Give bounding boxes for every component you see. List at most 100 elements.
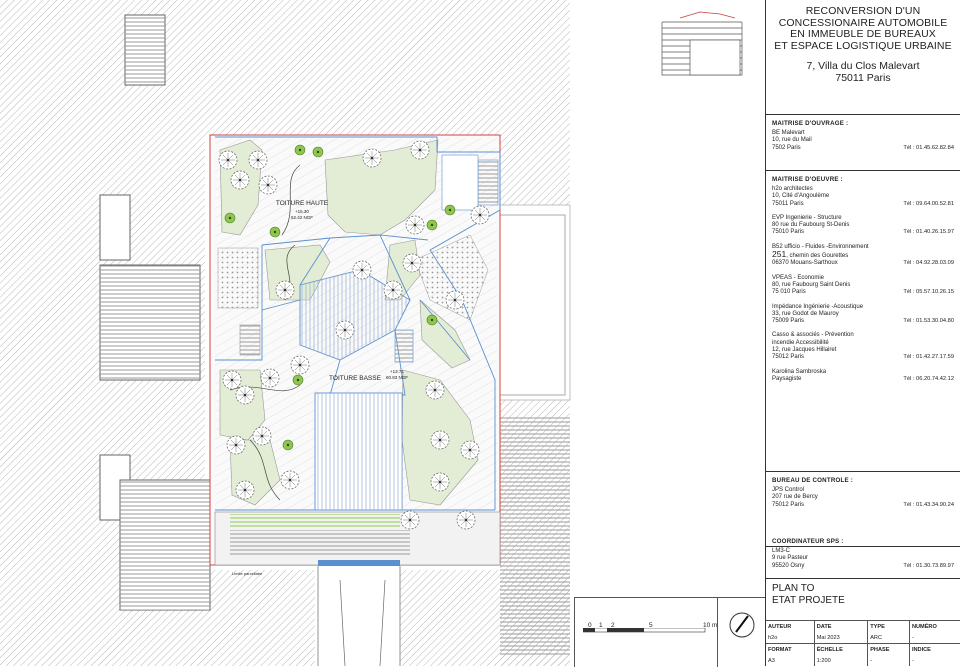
meta-value: A3 (768, 657, 775, 664)
section-header: MAITRISE D'OEUVRE : (772, 176, 843, 183)
control-sps-block: BUREAU DE CONTROLE : JPS Control 207 rue… (766, 477, 960, 547)
party-tel: Tél : 01.42.27.17.59 (903, 354, 954, 361)
meta-value: - (908, 655, 960, 666)
party-moe: h2o architectes 10, Cité d'Angoulème 750… (772, 186, 954, 208)
meta-header: NUMÉRO (908, 620, 960, 632)
meta-value: - (908, 632, 960, 644)
section-header: COORDINATEUR SPS : (772, 538, 844, 545)
party-line: incendie Accessibilité (772, 339, 829, 346)
neighbour-building (205, 570, 315, 666)
party-tel: Tél : 01.30.73.89.97 (903, 562, 954, 569)
project-address: 7, Villa du Clos Malevart 75011 Paris (766, 60, 960, 84)
scale-label: 1 (599, 622, 603, 629)
party-sps: LM3-C 9 rue Pasteur 95520 Osny Tél : 01.… (772, 548, 954, 570)
party-name: VPEAS - Economie (772, 274, 825, 281)
site-plan-drawing: TOITURE HAUTE +15.30 62.42 NGF TOITURE B… (0, 0, 755, 666)
meta-header: PHASE (867, 643, 910, 655)
party-name: Impédance Ingénierie -Acoustique (772, 303, 864, 310)
party-tel: Tél : 05.57.10.26.15 (903, 289, 954, 296)
meta-header: FORMAT (766, 643, 815, 655)
project-title-line: RECONVERSION D'UN (805, 5, 921, 17)
project-title-line: EN IMMEUBLE DE BUREAUX (790, 28, 936, 40)
party-tel: Tél : 04.92.28.03.09 (903, 260, 954, 267)
party-line: 207 rue de Bercy (772, 494, 818, 501)
party-moe: Karolina Sambroska Paysagiste Tél : 06.2… (772, 369, 954, 384)
party-tel: Tél : 09.64.00.52.81 (903, 200, 954, 207)
party-line: 251, chemin des Gourettes (772, 249, 954, 260)
plan-title-line: PLAN TO (772, 583, 815, 594)
party-control: JPS Control 207 rue de Bercy 75012 Paris… (772, 487, 954, 509)
gravel (217, 247, 259, 309)
roof-high-ngf: 62.42 NGF (291, 215, 313, 220)
party-name: Casso & associés - Prévention (772, 332, 854, 339)
party-line-number: 251 (772, 249, 787, 260)
party-line: 80 rue du Faubourg St-Denis (772, 222, 850, 229)
meta-value: - (867, 655, 910, 666)
party-line: 10, Cité d'Angoulème (772, 193, 830, 200)
key-plan (661, 11, 743, 76)
owner-block: MAITRISE D'OUVRAGE : BE Malevart 10, rue… (766, 120, 960, 171)
address-line: 7, Villa du Clos Malevart (806, 60, 920, 72)
moe-block: MAITRISE D'OEUVRE : h2o architectes 10, … (766, 176, 960, 472)
party-tel: Tél : 01.43.34.90.24 (903, 501, 954, 508)
scale-box: 0 1 2 5 10 m (574, 597, 766, 667)
roof-low-ngf: 60.83 NGF (386, 375, 408, 380)
scale-label: 10 m (703, 622, 718, 629)
party-moe: VPEAS - Economie 80, rue Faubourg Saint … (772, 275, 954, 297)
party-tel: Tél : 06.20.74.42.12 (903, 375, 954, 382)
party-line: 12, rue Jacques Hillairet (772, 347, 837, 354)
party-moe: EVP Ingenierie - Structure 80 rue du Fau… (772, 215, 954, 237)
drawing-metadata: AUTEUR DATE TYPE NUMÉRO h2o Mai 2023 ARC… (766, 620, 960, 666)
neighbour-building (205, 0, 570, 135)
plan-title: PLAN TO ETAT PROJETE (766, 579, 960, 611)
roof-high-label: TOITURE HAUTE (276, 200, 329, 207)
roof-high-level: +15.30 (295, 209, 309, 214)
party-owner: BE Malevart 10, rue du Mail 7502 Paris T… (772, 130, 954, 152)
address-line: 75011 Paris (835, 72, 891, 84)
party-line: 9 rue Pasteur (772, 555, 809, 562)
title-cartouche: RECONVERSION D'UN CONCESSIONAIRE AUTOMOB… (765, 0, 960, 666)
party-line: 33, rue Godot de Mauroy (772, 310, 839, 317)
party-moe: Impédance Ingénierie -Acoustique 33, rue… (772, 304, 954, 326)
party-line-street: , chemin des Gourettes (786, 253, 849, 260)
party-tel: Tél : 01.40.26.15.97 (903, 229, 954, 236)
party-line: 10, rue du Mail (772, 137, 812, 144)
party-line: 80, rue Faubourg Saint Denis (772, 281, 851, 288)
party-name: EVP Ingenierie - Structure (772, 214, 842, 221)
meta-value: 1:200 (813, 655, 868, 666)
party-name: JPS Control (772, 487, 805, 493)
scale-bar (583, 628, 706, 633)
section-header: MAITRISE D'OUVRAGE : (772, 120, 849, 127)
party-tel: Tél : 01.53.30.04.80 (903, 318, 954, 325)
terrace (441, 154, 479, 211)
planting-strip (230, 514, 400, 528)
entrance-threshold (318, 560, 400, 566)
sps-block: COORDINATEUR SPS : LM3-C 9 rue Pasteur 9… (766, 538, 960, 579)
entrance-passage (317, 566, 401, 666)
project-title-block: RECONVERSION D'UN CONCESSIONAIRE AUTOMOB… (766, 0, 960, 115)
party-name: h2o architectes (772, 186, 813, 192)
party-name: B52 ufficio - Fluides -Environnement (772, 243, 869, 250)
party-name: LM3-C (772, 548, 791, 554)
roof-low-label: TOITURE BASSE (329, 375, 382, 382)
scale-label: 2 (611, 622, 615, 629)
scale-label: 0 (588, 622, 592, 629)
scale-label: 5 (649, 622, 653, 629)
parcel-limit-label: Limite parcellaire (232, 571, 263, 576)
plan-title-line: ETAT PROJETE (772, 595, 845, 606)
stair (239, 324, 261, 356)
meta-header: DATE (813, 620, 868, 632)
party-moe: Casso & associés - Prévention incendie A… (772, 332, 954, 361)
party-name: Karolina Sambroska (772, 368, 827, 375)
party-name: BE Malevart (772, 130, 805, 136)
meta-value: Mai 2023 (813, 632, 868, 644)
roof-low-level: +13.71 (390, 369, 404, 374)
meta-header: TYPE (867, 620, 910, 632)
section-header: BUREAU DE CONTROLE : (772, 477, 853, 484)
party-moe: B52 ufficio - Fluides -Environnement 251… (772, 244, 954, 268)
meta-header: INDICE (908, 643, 960, 655)
meta-value: h2o (768, 634, 778, 641)
stair (394, 329, 414, 363)
meta-value: ARC (867, 632, 910, 644)
meta-header: AUTEUR (766, 620, 815, 632)
